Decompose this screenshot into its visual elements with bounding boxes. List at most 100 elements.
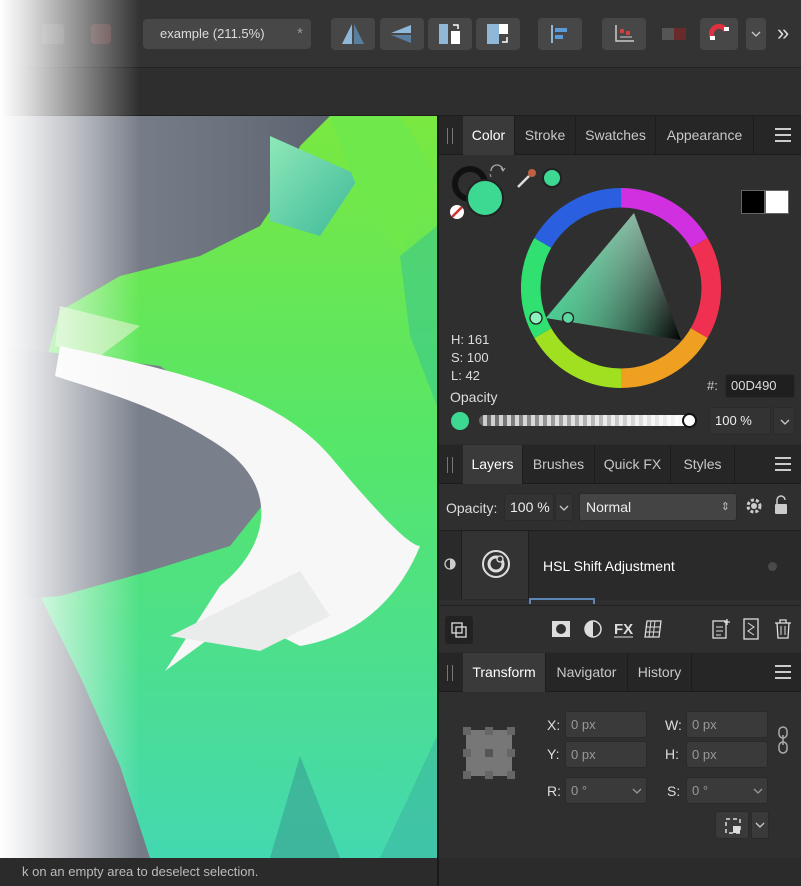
align-left-icon (551, 25, 567, 43)
layer-opacity-input[interactable]: 100 % (504, 493, 554, 521)
snapping-dropdown[interactable] (746, 18, 766, 50)
trash-icon[interactable] (773, 618, 793, 640)
canvas[interactable] (0, 116, 437, 858)
hex-input[interactable]: 00D490 (725, 374, 795, 398)
add-layer-icon[interactable] (711, 618, 731, 640)
tab-transform[interactable]: Transform (463, 653, 546, 692)
rotate-left-icon (439, 24, 460, 44)
no-color-icon[interactable] (449, 204, 465, 220)
top-toolbar: example (211.5%) * » (0, 0, 801, 68)
live-filter-icon[interactable] (643, 618, 665, 640)
tab-quick-fx[interactable]: Quick FX (595, 445, 671, 484)
color-panel-tabs: Color Stroke Swatches Appearance (439, 116, 801, 155)
layers-panel: Layers Brushes Quick FX Styles Opacity: … (439, 445, 801, 652)
artwork (0, 116, 437, 858)
shear-label: S: (667, 783, 681, 799)
y-label: Y: (547, 746, 560, 762)
white-swatch[interactable] (765, 190, 789, 214)
lightness-readout: L: 42 (451, 368, 480, 383)
tab-stroke[interactable]: Stroke (515, 116, 576, 155)
tab-history[interactable]: History (628, 653, 692, 692)
blend-mode-select[interactable]: Normal ⇕ (579, 493, 737, 521)
transform-panel: Transform Navigator History X: 0 px Y: 0… (439, 653, 801, 858)
h-input[interactable]: 0 px (686, 741, 768, 768)
picked-color-swatch[interactable] (542, 168, 562, 188)
link-icon[interactable] (777, 726, 789, 754)
transform-origin-dropdown[interactable] (751, 811, 769, 839)
panel-menu-icon[interactable] (775, 457, 791, 471)
flip-vertical-button[interactable] (380, 18, 424, 50)
lock-icon[interactable] (774, 495, 788, 515)
shear-input[interactable]: 0 ° (686, 777, 768, 804)
snapping-grid-icon (615, 25, 634, 42)
flip-horizontal-button[interactable] (331, 18, 375, 50)
gear-icon[interactable] (745, 497, 763, 515)
visibility-icon[interactable] (444, 558, 456, 570)
panel-grip-icon[interactable] (447, 128, 453, 144)
mask-icon[interactable] (551, 620, 571, 638)
layer-row[interactable]: HSL Shift Adjustment (439, 530, 801, 600)
opacity-slider[interactable] (479, 415, 691, 426)
snapping-grid-button[interactable] (602, 18, 646, 50)
panel-grip-icon[interactable] (447, 665, 453, 681)
chevron-down-icon (632, 788, 642, 794)
fill-swatch[interactable] (466, 179, 504, 217)
hex-label: #: (707, 378, 718, 393)
snapping-button[interactable] (700, 18, 738, 50)
align-button[interactable] (538, 18, 582, 50)
black-swatch[interactable] (741, 190, 765, 214)
layer-opacity-label: Opacity: (446, 500, 498, 516)
flip-vertical-icon (391, 25, 411, 43)
opacity-input[interactable]: 100 % (709, 407, 771, 435)
modified-mark: * (297, 25, 303, 42)
context-toolbar (0, 68, 801, 116)
panel-menu-icon[interactable] (775, 128, 791, 142)
document-tab-label: example (211.5%) (160, 26, 265, 41)
opacity-dropdown[interactable] (773, 407, 795, 435)
saturation-handle (561, 311, 575, 325)
group-icon[interactable] (742, 618, 760, 640)
color-wheel[interactable] (521, 188, 721, 388)
tab-styles[interactable]: Styles (671, 445, 735, 484)
x-input[interactable]: 0 px (565, 711, 647, 738)
hue-handle (529, 311, 543, 325)
flip-horizontal-icon (342, 24, 364, 44)
rotate-left-button[interactable] (428, 18, 472, 50)
hsl-adjustment-icon (482, 550, 510, 578)
y-input[interactable]: 0 px (565, 741, 647, 768)
panel-grip-icon[interactable] (447, 457, 453, 473)
rotation-input[interactable]: 0 ° (565, 777, 647, 804)
opacity-slider-handle[interactable] (682, 413, 697, 428)
tab-brushes[interactable]: Brushes (523, 445, 595, 484)
status-bar: k on an empty area to deselect selection… (0, 858, 437, 886)
tab-appearance[interactable]: Appearance (656, 116, 754, 155)
rotate-right-button[interactable] (476, 18, 520, 50)
chevron-down-icon (559, 505, 569, 511)
w-input[interactable]: 0 px (686, 711, 768, 738)
toggle-button[interactable] (652, 18, 696, 50)
adjustment-icon[interactable] (583, 619, 603, 639)
tab-layers[interactable]: Layers (463, 445, 523, 484)
eyedropper-icon[interactable] (515, 166, 539, 190)
color-panel: Color Stroke Swatches Appearance H: 161 (439, 116, 801, 444)
w-label: W: (665, 717, 682, 733)
layer-name: HSL Shift Adjustment (543, 558, 675, 574)
chevron-down-icon (780, 419, 790, 425)
document-tab[interactable]: example (211.5%) * (143, 19, 311, 49)
layers-copy-icon (451, 622, 467, 638)
tab-swatches[interactable]: Swatches (576, 116, 656, 155)
layers-footer: FX (439, 605, 801, 652)
overflow-icon[interactable]: » (777, 20, 789, 46)
layer-opacity-dropdown[interactable] (555, 493, 573, 521)
record-icon (91, 24, 111, 44)
anchor-selector[interactable] (463, 727, 515, 779)
fx-icon[interactable]: FX (613, 618, 635, 640)
swap-colors-icon[interactable] (488, 163, 506, 181)
updown-chevron-icon: ⇕ (720, 501, 730, 513)
transform-origin-button[interactable] (715, 811, 749, 839)
layer-status-dot[interactable] (768, 562, 777, 571)
tab-color[interactable]: Color (463, 116, 515, 155)
tab-navigator[interactable]: Navigator (546, 653, 628, 692)
layer-ops-button[interactable] (445, 616, 473, 644)
panel-menu-icon[interactable] (775, 665, 791, 679)
